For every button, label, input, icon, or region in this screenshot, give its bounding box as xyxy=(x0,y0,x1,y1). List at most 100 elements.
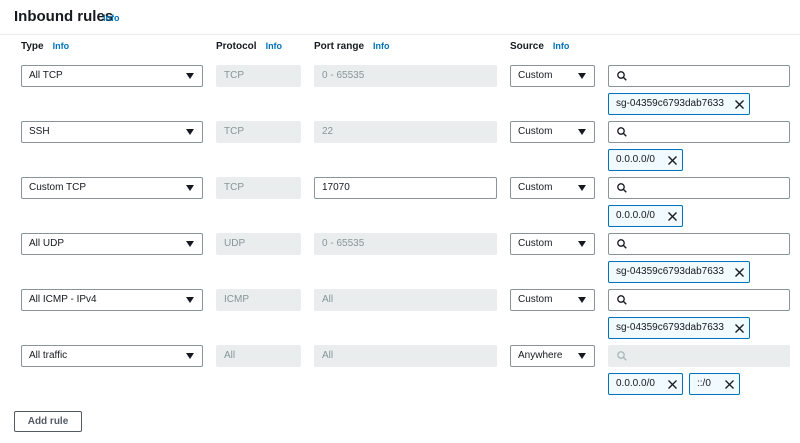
port-range-value: 17070 xyxy=(322,182,350,193)
source-search-input[interactable] xyxy=(608,177,790,199)
port-range-info-link[interactable]: Info xyxy=(373,41,390,51)
source-token: 0.0.0.0/0 xyxy=(608,149,683,171)
source-select[interactable]: Anywhere xyxy=(510,345,595,367)
close-icon[interactable] xyxy=(667,211,678,222)
close-icon[interactable] xyxy=(667,379,678,390)
port-range-field: All xyxy=(314,289,497,311)
source-token-value: 0.0.0.0/0 xyxy=(616,378,655,389)
search-icon xyxy=(617,295,627,305)
caret-down-icon xyxy=(578,241,586,247)
column-header-type: Type Info xyxy=(21,41,69,52)
column-label-type: Type xyxy=(21,41,44,52)
caret-down-icon xyxy=(186,353,194,359)
type-select[interactable]: Custom TCP xyxy=(21,177,203,199)
source-token-value: 0.0.0.0/0 xyxy=(616,210,655,221)
search-icon xyxy=(617,127,627,137)
protocol-value: TCP xyxy=(224,126,244,137)
caret-down-icon xyxy=(578,73,586,79)
source-token: 0.0.0.0/0 xyxy=(608,373,683,395)
source-token-value: sg-04359c6793dab7633 xyxy=(616,98,724,109)
source-select[interactable]: Custom xyxy=(510,177,595,199)
protocol-field: TCP xyxy=(216,177,301,199)
search-icon xyxy=(617,239,627,249)
type-select-value: All TCP xyxy=(29,70,63,81)
caret-down-icon xyxy=(186,185,194,191)
source-select-value: Custom xyxy=(518,182,553,193)
type-select-value: All traffic xyxy=(29,350,68,361)
type-select[interactable]: All UDP xyxy=(21,233,203,255)
source-token: sg-04359c6793dab7633 xyxy=(608,93,750,115)
protocol-field: UDP xyxy=(216,233,301,255)
panel-title: Inbound rules xyxy=(14,8,114,25)
source-select-value: Custom xyxy=(518,294,553,305)
search-icon xyxy=(617,71,627,81)
header-info-link[interactable]: Info xyxy=(103,13,120,23)
port-range-field[interactable]: 17070 xyxy=(314,177,497,199)
panel-header: Inbound rules Info xyxy=(0,0,800,35)
source-select-value: Anywhere xyxy=(518,350,563,361)
source-search-input xyxy=(608,345,790,367)
port-range-field: 0 - 65535 xyxy=(314,65,497,87)
protocol-field: ICMP xyxy=(216,289,301,311)
type-select-value: SSH xyxy=(29,126,50,137)
source-select[interactable]: Custom xyxy=(510,233,595,255)
type-select[interactable]: All ICMP - IPv4 xyxy=(21,289,203,311)
close-icon[interactable] xyxy=(734,323,745,334)
source-token: sg-04359c6793dab7633 xyxy=(608,317,750,339)
protocol-value: TCP xyxy=(224,182,244,193)
source-token-value: sg-04359c6793dab7633 xyxy=(616,266,724,277)
protocol-info-link[interactable]: Info xyxy=(266,41,283,51)
close-icon[interactable] xyxy=(734,267,745,278)
source-select-value: Custom xyxy=(518,238,553,249)
type-select[interactable]: All TCP xyxy=(21,65,203,87)
source-token-value: 0.0.0.0/0 xyxy=(616,154,655,165)
search-icon xyxy=(617,183,627,193)
caret-down-icon xyxy=(578,297,586,303)
caret-down-icon xyxy=(578,353,586,359)
type-select-value: All UDP xyxy=(29,238,65,249)
source-token: ::/0 xyxy=(689,373,740,395)
caret-down-icon xyxy=(578,185,586,191)
protocol-value: ICMP xyxy=(224,294,249,305)
type-select[interactable]: All traffic xyxy=(21,345,203,367)
port-range-value: All xyxy=(322,294,334,305)
source-search-input[interactable] xyxy=(608,121,790,143)
protocol-field: TCP xyxy=(216,65,301,87)
source-search-input[interactable] xyxy=(608,233,790,255)
source-select[interactable]: Custom xyxy=(510,121,595,143)
port-range-value: 0 - 65535 xyxy=(322,70,365,81)
source-select-value: Custom xyxy=(518,70,553,81)
port-range-value: 22 xyxy=(322,126,334,137)
port-range-value: 0 - 65535 xyxy=(322,238,365,249)
type-info-link[interactable]: Info xyxy=(53,41,70,51)
search-icon xyxy=(617,351,627,361)
source-select[interactable]: Custom xyxy=(510,289,595,311)
source-search-input[interactable] xyxy=(608,65,790,87)
port-range-field: All xyxy=(314,345,497,367)
protocol-field: All xyxy=(216,345,301,367)
source-select[interactable]: Custom xyxy=(510,65,595,87)
caret-down-icon xyxy=(186,129,194,135)
type-select[interactable]: SSH xyxy=(21,121,203,143)
close-icon[interactable] xyxy=(734,99,745,110)
caret-down-icon xyxy=(578,129,586,135)
protocol-value: All xyxy=(224,350,236,361)
close-icon[interactable] xyxy=(724,379,735,390)
add-rule-button[interactable]: Add rule xyxy=(14,411,82,432)
source-token-value: ::/0 xyxy=(697,378,711,389)
protocol-value: TCP xyxy=(224,70,244,81)
column-header-source: Source Info xyxy=(510,41,569,52)
source-search-input[interactable] xyxy=(608,289,790,311)
port-range-value: All xyxy=(322,350,334,361)
source-token: sg-04359c6793dab7633 xyxy=(608,261,750,283)
column-label-protocol: Protocol xyxy=(216,41,257,52)
close-icon[interactable] xyxy=(667,155,678,166)
caret-down-icon xyxy=(186,241,194,247)
caret-down-icon xyxy=(186,73,194,79)
port-range-field: 22 xyxy=(314,121,497,143)
source-token-value: sg-04359c6793dab7633 xyxy=(616,322,724,333)
source-info-link[interactable]: Info xyxy=(553,41,570,51)
type-select-value: Custom TCP xyxy=(29,182,87,193)
port-range-field: 0 - 65535 xyxy=(314,233,497,255)
type-select-value: All ICMP - IPv4 xyxy=(29,294,97,305)
